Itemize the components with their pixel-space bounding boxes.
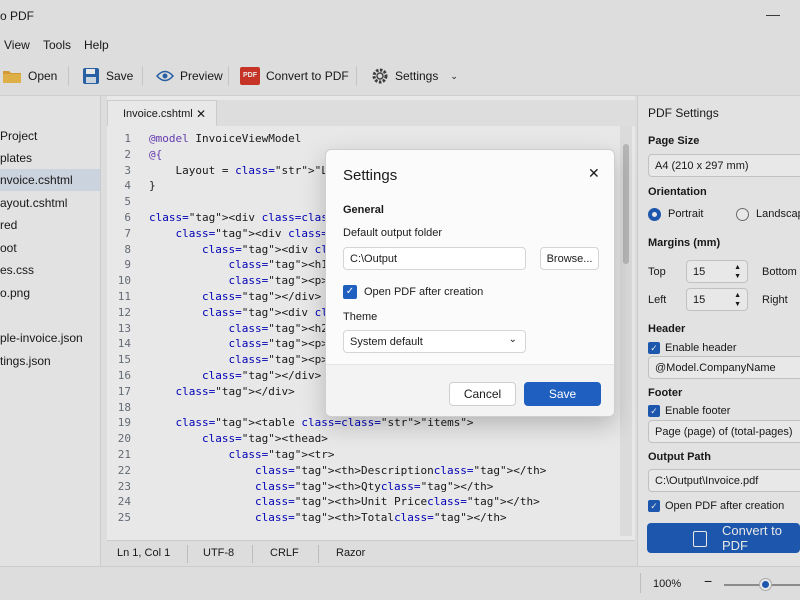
output-folder-label: Default output folder <box>343 227 443 239</box>
cancel-button[interactable]: Cancel <box>449 382 516 406</box>
dialog-title: Settings <box>343 167 398 184</box>
section-general: General <box>343 204 384 216</box>
theme-label: Theme <box>343 311 378 323</box>
settings-dialog: Settings ✕ General Default output folder… <box>325 149 615 417</box>
open-after-creation-checkbox[interactable]: ✓ <box>343 285 357 299</box>
open-after-creation-label: Open PDF after creation <box>364 286 484 298</box>
browse-button[interactable]: Browse... <box>540 247 599 270</box>
dialog-footer: Cancel Save <box>326 364 614 416</box>
theme-select[interactable]: System default ⌄ <box>343 330 526 353</box>
save-button[interactable]: Save <box>524 382 601 406</box>
chevron-down-icon: ⌄ <box>508 334 517 345</box>
output-folder-input[interactable]: C:\Output <box>343 247 526 270</box>
close-icon[interactable]: ✕ <box>588 165 600 182</box>
theme-value: System default <box>350 335 423 348</box>
